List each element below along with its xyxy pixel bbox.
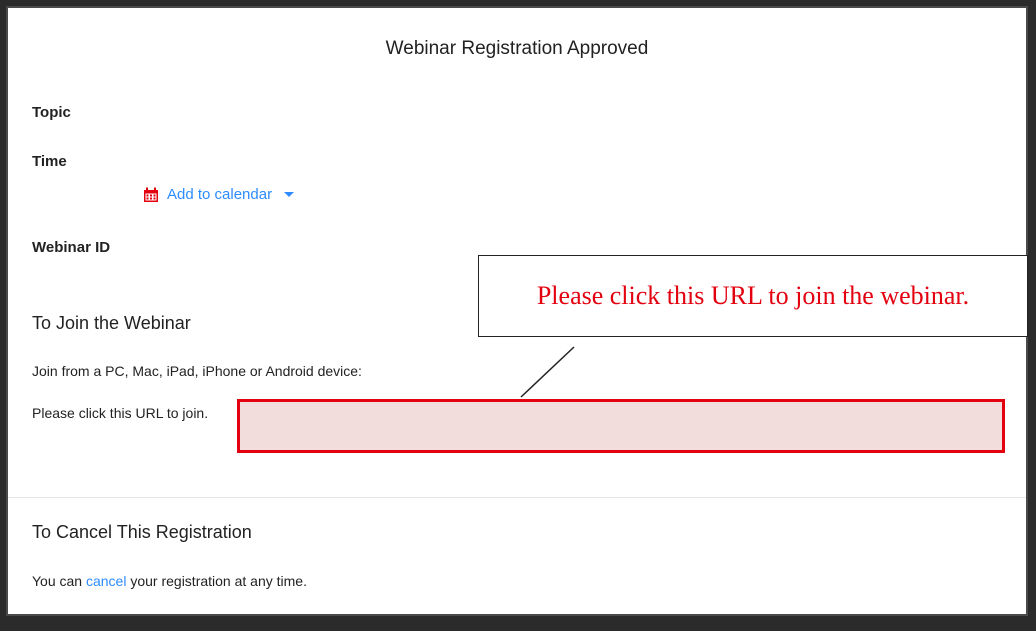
cancel-link[interactable]: cancel <box>86 573 126 589</box>
cancel-text-prefix: You can <box>32 573 86 589</box>
webinar-id-label: Webinar ID <box>32 239 111 256</box>
join-section-heading: To Join the Webinar <box>32 313 191 333</box>
join-devices-text: Join from a PC, Mac, iPad, iPhone or And… <box>32 363 362 379</box>
add-to-calendar-dropdown[interactable]: Add to calendar <box>143 186 295 203</box>
time-label: Time <box>32 153 67 170</box>
cancel-text: You can cancel your registration at any … <box>32 573 307 589</box>
cancel-section-heading: To Cancel This Registration <box>32 522 252 542</box>
join-url-highlight[interactable] <box>237 399 1005 453</box>
topic-label: Topic <box>32 104 71 121</box>
callout-text: Please click this URL to join the webina… <box>536 281 970 310</box>
join-url-prompt: Please click this URL to join. <box>32 405 209 421</box>
cancel-text-suffix: your registration at any time. <box>126 573 307 589</box>
calendar-icon <box>143 187 159 203</box>
page-title: Webinar Registration Approved <box>385 38 649 59</box>
add-to-calendar-label: Add to calendar <box>167 186 273 203</box>
instruction-callout: Please click this URL to join the webina… <box>478 255 1028 337</box>
caret-down-icon <box>284 192 295 197</box>
section-divider <box>8 497 1026 498</box>
